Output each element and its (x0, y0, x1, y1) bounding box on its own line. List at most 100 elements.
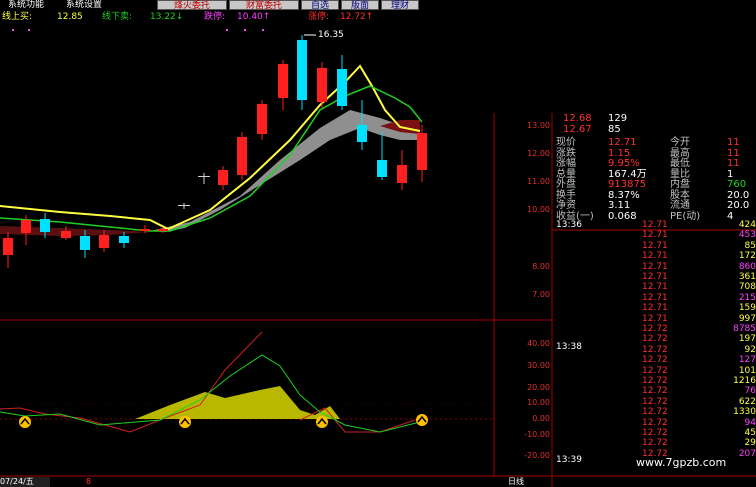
price-tick: 13.00 (527, 121, 550, 130)
tick-volume: 85 (744, 240, 756, 251)
tick-price: 12.72 (642, 386, 668, 397)
quote-value: 11 (727, 147, 740, 159)
tick-volume: 1216 (733, 376, 756, 386)
quote-label: 内盘 (670, 179, 690, 190)
quote-value: 0.068 (608, 210, 637, 222)
quote-label: 换手 (556, 189, 576, 201)
watermark: www.7gpzb.com (636, 456, 727, 469)
tick-volume: 76 (744, 386, 756, 397)
tick-volume: 424 (738, 220, 756, 230)
signal-dots (12, 29, 264, 31)
tick-price: 12.72 (642, 365, 668, 376)
tick-price: 12.71 (642, 220, 668, 230)
quote-label: 现价 (556, 137, 576, 148)
ask1-volume: 129 (608, 113, 628, 124)
price-tick: 10.00 (527, 205, 550, 214)
tick-price: 12.71 (642, 303, 668, 314)
tick-price: 12.71 (642, 251, 668, 262)
tick-volume: 453 (738, 230, 756, 241)
tick-price: 12.71 (642, 240, 668, 251)
tick-volume: 172 (738, 251, 756, 262)
candle (178, 205, 190, 206)
candle (80, 236, 90, 250)
quote-value: 1.15 (608, 147, 631, 159)
quote-value: 9.95% (608, 158, 640, 169)
quote-label: 外盘 (556, 179, 576, 190)
tick-volume: 197 (738, 334, 756, 345)
candle (317, 68, 327, 102)
indicator-tick: 20.00 (527, 383, 550, 392)
tick-price: 12.71 (642, 282, 668, 293)
quote-label: 量比 (670, 168, 690, 180)
tick-volume: 1330 (733, 407, 756, 418)
quote-value: 1 (727, 168, 734, 180)
candle (140, 229, 150, 231)
quote-label: 涨跌 (556, 147, 576, 159)
quote-value: 20.0 (727, 189, 750, 201)
tick-price: 12.71 (642, 272, 668, 282)
candle (218, 170, 228, 185)
tick-price: 12.72 (642, 334, 668, 345)
tick-price: 12.71 (642, 230, 668, 241)
quote-value: 913875 (608, 179, 647, 190)
candle (397, 165, 407, 183)
quote-label: 流通 (670, 200, 690, 211)
price-tick: 11.00 (527, 177, 550, 186)
indicator-tick: 30.00 (527, 361, 550, 370)
quote-value: 20.0 (727, 200, 750, 211)
candle (99, 235, 109, 248)
quote-label: PE(动) (670, 210, 701, 222)
candle (3, 238, 13, 255)
tick-time: 13:39 (556, 455, 582, 465)
indicator-tick: 40.00 (527, 339, 550, 348)
tick-volume: 92 (744, 344, 756, 355)
quote-value: 12.71 (608, 137, 637, 148)
date-label: 07/24/五 (0, 477, 50, 487)
tick-volume: 127 (738, 355, 756, 366)
quote-value: 11 (727, 137, 740, 148)
candle (158, 229, 168, 231)
ask2-price: 12.67 (563, 124, 592, 135)
candle (237, 137, 247, 175)
candle (61, 231, 71, 238)
quote-label: 最高 (670, 147, 690, 159)
candle (119, 236, 129, 243)
period-label[interactable]: 日线 (508, 477, 524, 487)
quote-value: 760 (727, 179, 747, 190)
tick-price: 12.71 (642, 292, 668, 303)
candle (198, 176, 210, 177)
quote-label: 涨幅 (556, 158, 576, 169)
quote-value: 8.37% (608, 189, 640, 201)
tick-price: 12.72 (642, 417, 668, 428)
candle (297, 40, 307, 100)
candle (417, 133, 427, 170)
date-marker: 8 (86, 477, 92, 486)
quote-label: 最低 (670, 158, 690, 169)
tick-price: 12.71 (642, 261, 668, 272)
tick-price: 12.72 (642, 407, 668, 418)
candle (40, 219, 50, 232)
ask1-price: 12.68 (563, 113, 592, 124)
tick-volume: 29 (744, 438, 756, 449)
high-price-label: 16.35 (318, 30, 344, 40)
price-tick: 8.00 (532, 262, 550, 271)
price-tick: 7.00 (532, 290, 550, 299)
indicator-tick: 0.00 (532, 414, 550, 423)
indicator-tick: 10.00 (527, 398, 550, 407)
tick-volume: 8785 (733, 324, 756, 334)
quote-label: 股本 (670, 189, 690, 201)
tick-price: 12.71 (642, 313, 668, 324)
tick-price: 12.72 (642, 438, 668, 449)
tick-price: 12.72 (642, 428, 668, 438)
tick-volume: 997 (738, 313, 756, 324)
tick-price: 12.72 (642, 396, 668, 407)
quote-label: 今开 (670, 137, 690, 148)
quote-value: 3.11 (608, 200, 631, 211)
tick-price: 12.72 (642, 324, 668, 334)
tick-time: 13:38 (556, 342, 582, 352)
price-tick: 12.00 (527, 149, 550, 158)
tick-price: 12.72 (642, 355, 668, 366)
candle (377, 160, 387, 177)
tick-volume: 94 (744, 417, 756, 428)
quote-label: 净资 (556, 200, 576, 211)
